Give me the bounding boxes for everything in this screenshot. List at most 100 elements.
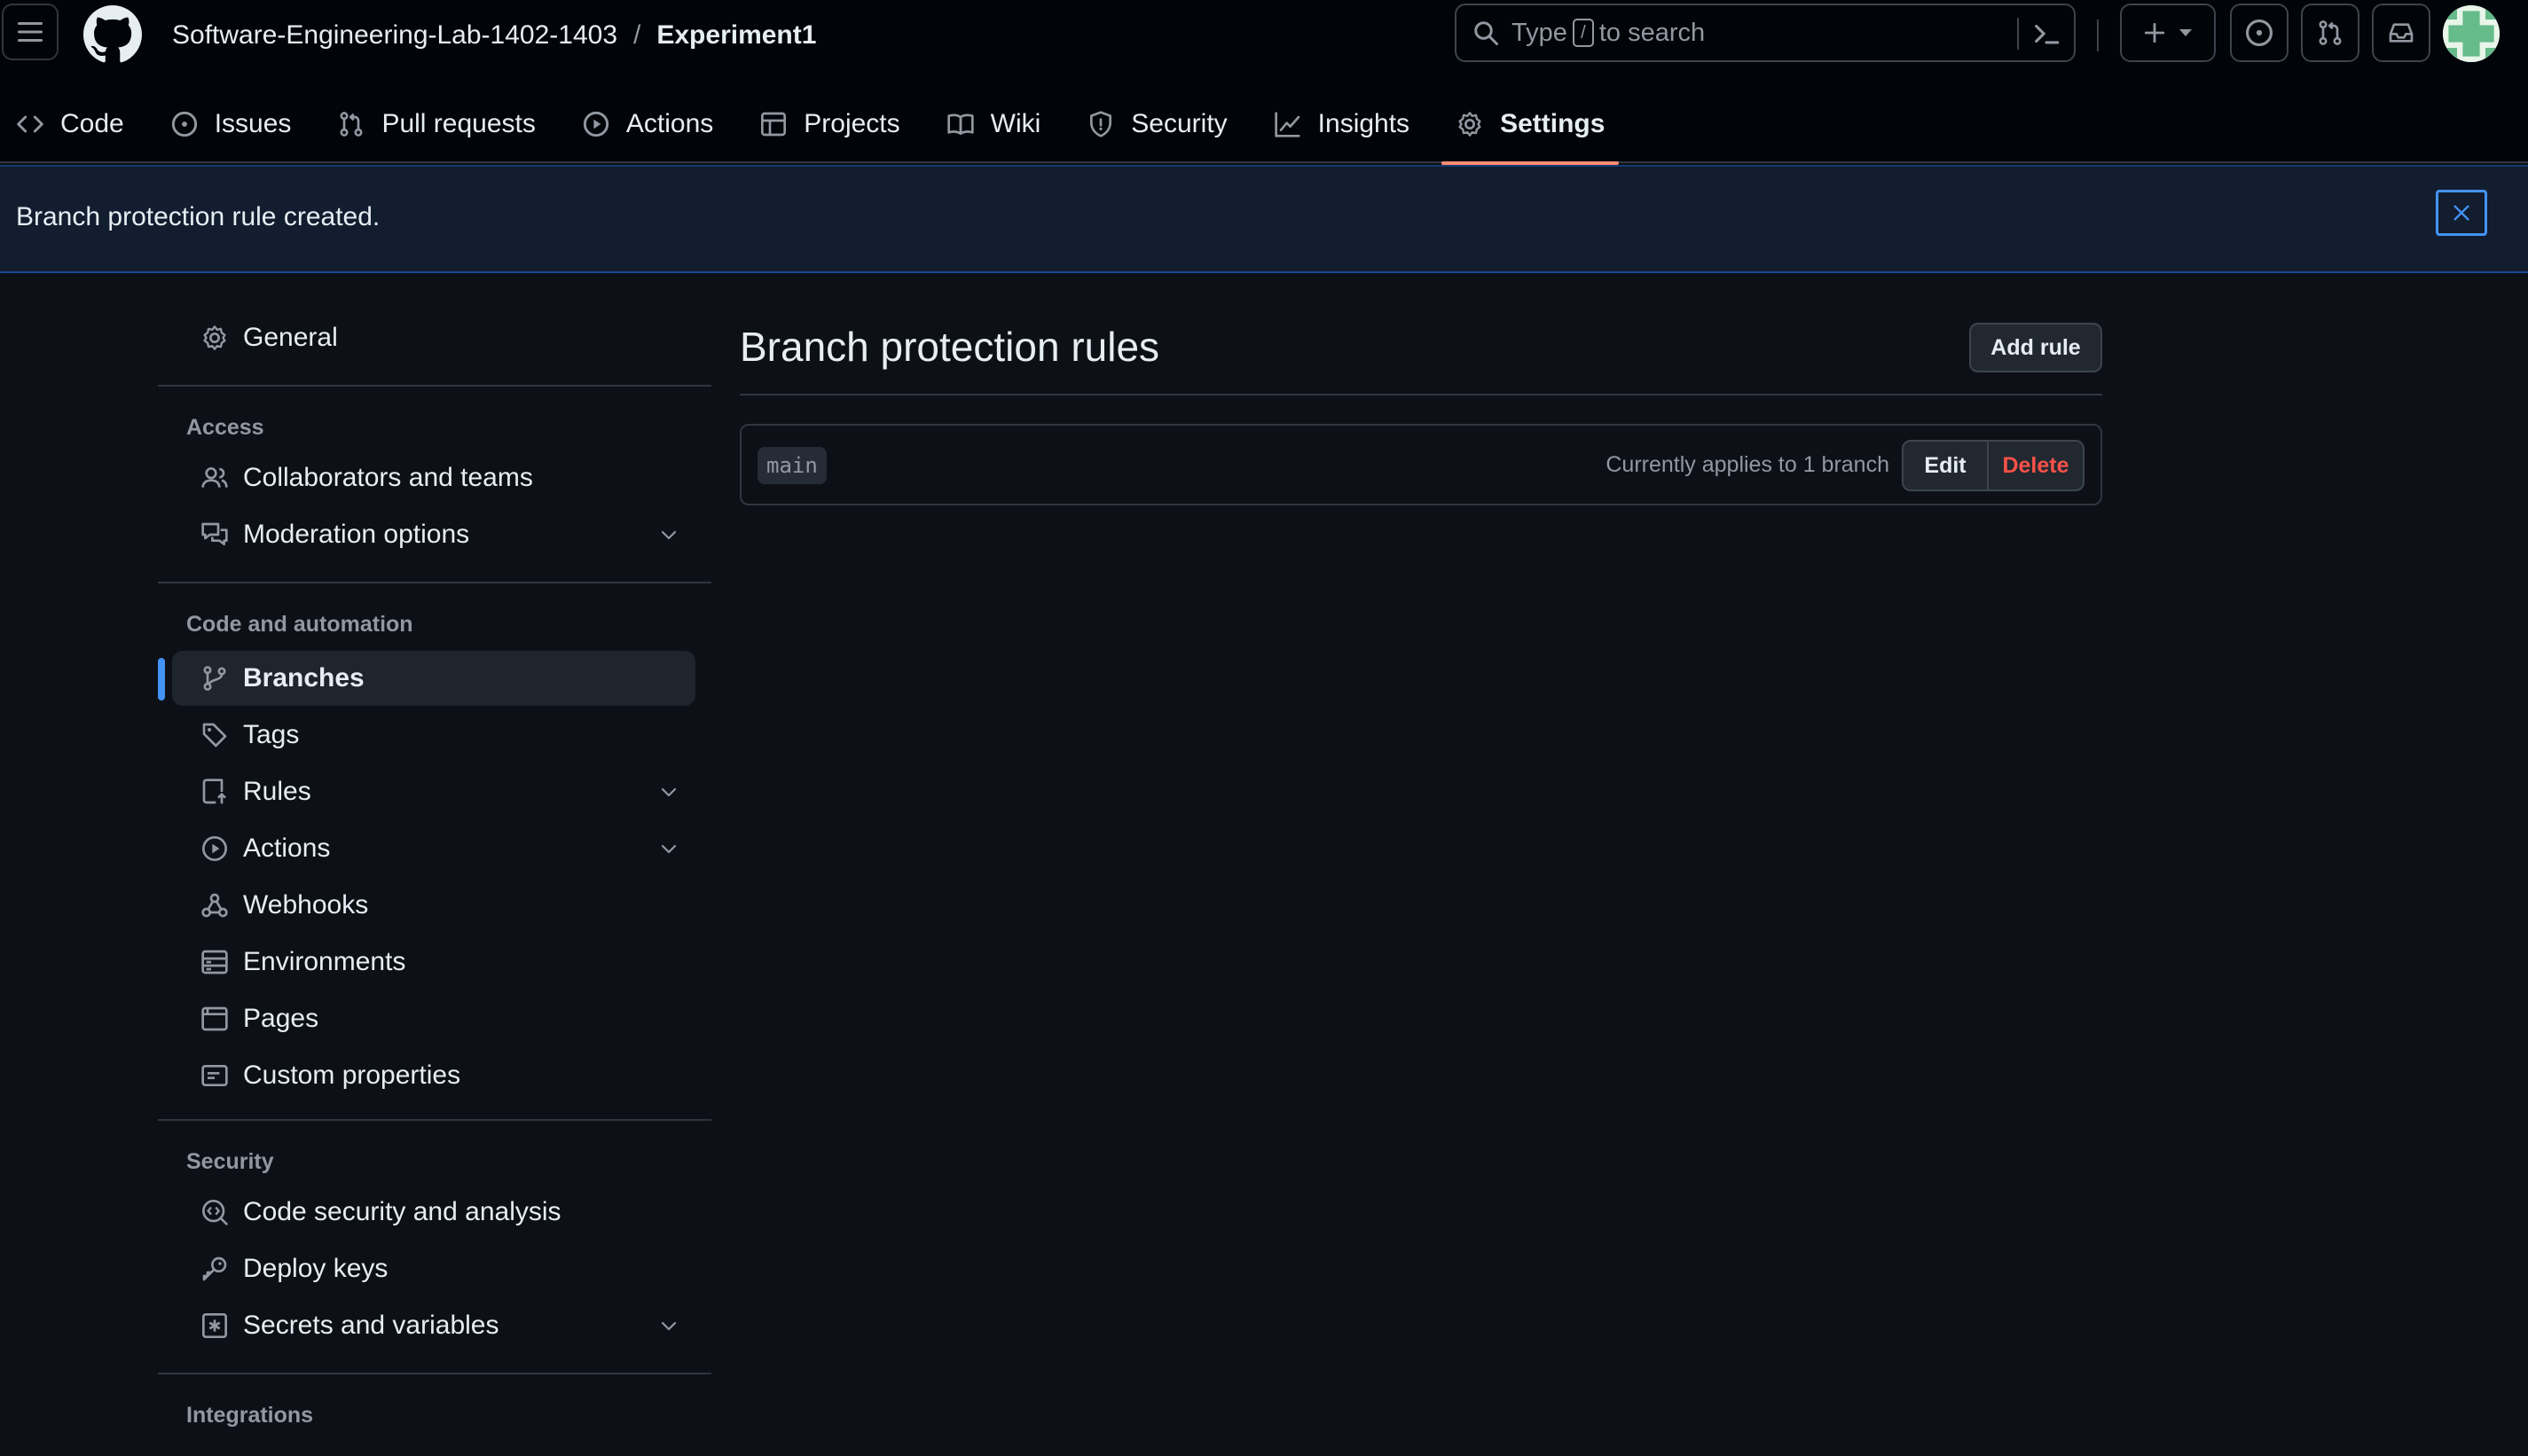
tab-code[interactable]: Code [0,85,138,163]
gear-icon [203,325,226,350]
sidebar-section-code-automation: Code and automation [186,612,413,637]
delete-rule-button[interactable]: Delete [1989,442,2083,489]
key-asterisk-icon [202,1313,227,1338]
create-new-button[interactable] [2120,4,2216,62]
sidebar-item-label: Pages [243,1004,319,1033]
play-icon [202,836,227,861]
breadcrumb: Software-Engineering-Lab-1402-1403 / Exp… [172,18,816,53]
sidebar-item-custom-properties[interactable]: Custom properties [172,1048,695,1103]
sidebar-item-label: Code security and analysis [243,1197,561,1226]
applies-count: Currently applies to 1 branch [1606,452,1889,477]
active-indicator [158,658,165,701]
dismiss-flash-button[interactable] [2436,190,2487,236]
branch-rule-row: main Currently applies to 1 branch Edit … [740,424,2102,505]
comment-discussion-icon [201,522,228,545]
breadcrumb-owner-link[interactable]: Software-Engineering-Lab-1402-1403 [172,20,617,51]
close-icon [2453,205,2469,221]
tab-insights-label: Insights [1317,109,1410,138]
inbox-icon [2389,23,2414,43]
repo-nav: Code Issues Pull requests Actions Projec… [0,85,1637,165]
github-logo-icon[interactable] [83,5,142,64]
inbox-button[interactable] [2372,4,2430,62]
search-input[interactable]: Type / to search [1455,4,2076,62]
tab-security-label: Security [1131,109,1228,138]
git-pull-request-icon [340,112,363,137]
sidebar-item-label: Deploy keys [243,1254,389,1283]
sidebar-item-label: Collaborators and teams [243,463,533,492]
graph-icon [1275,112,1300,137]
table-icon [761,112,787,137]
sidebar-item-secrets[interactable]: Secrets and variables [172,1298,695,1353]
sidebar-item-label: General [243,323,338,352]
sidebar-item-tags[interactable]: Tags [172,708,695,763]
sidebar-divider [158,385,711,387]
sidebar-item-rules[interactable]: Rules [172,764,695,819]
sidebar-item-moderation[interactable]: Moderation options [172,507,695,562]
chevron-down-icon [661,1321,677,1331]
play-icon [583,111,609,137]
tab-projects-label: Projects [804,109,900,138]
sidebar-item-deploy-keys[interactable]: Deploy keys [172,1241,695,1296]
search-placeholder-suffix: to search [1598,18,1706,47]
search-icon [1474,21,1498,45]
codescan-icon [202,1200,228,1225]
tab-issues-label: Issues [214,109,292,138]
sidebar-item-general[interactable]: General [172,310,695,365]
gear-icon [1458,112,1481,137]
tab-settings-label: Settings [1500,109,1606,138]
git-branch-icon [203,666,226,691]
sidebar-divider [158,1119,711,1121]
tab-code-label: Code [60,109,124,138]
plus-icon [2144,22,2165,43]
pull-requests-button[interactable] [2301,4,2359,62]
key-icon [202,1256,227,1281]
sidebar-item-environments[interactable]: Environments [172,935,695,990]
git-pull-request-icon [2319,20,2342,45]
sidebar-item-label: Rules [243,777,311,806]
command-palette-icon[interactable] [2031,19,2061,49]
add-rule-button[interactable]: Add rule [1969,323,2102,372]
search-divider [2017,18,2019,50]
flash-banner: Branch protection rule created. [0,165,2528,273]
sidebar-item-pages[interactable]: Pages [172,991,695,1046]
sidebar-item-branches[interactable]: Branches [172,651,695,706]
tag-icon [202,723,227,748]
rule-actions: Edit Delete [1902,440,2084,491]
user-avatar[interactable] [2443,5,2500,62]
book-icon [946,114,974,135]
people-icon [201,467,228,488]
sidebar-item-collaborators[interactable]: Collaborators and teams [172,450,695,505]
search-shortcut-key: / [1572,19,1594,47]
sidebar-section-access: Access [186,415,264,440]
sidebar-item-label: Moderation options [243,520,470,549]
server-icon [201,950,228,975]
hamburger-icon [18,22,43,42]
tab-pull-requests[interactable]: Pull requests [323,85,549,163]
sidebar-item-webhooks[interactable]: Webhooks [172,878,695,933]
shield-icon [1090,111,1112,137]
sidebar-divider [158,582,711,583]
tab-projects[interactable]: Projects [745,85,914,163]
sidebar-item-label: Actions [243,834,331,863]
tab-settings[interactable]: Settings [1441,85,1620,165]
sidebar-item-label: Custom properties [243,1061,461,1090]
breadcrumb-repo-link[interactable]: Experiment1 [656,20,816,51]
tab-security[interactable]: Security [1072,85,1241,163]
tab-insights[interactable]: Insights [1260,85,1424,163]
title-divider [740,394,2102,395]
sidebar-item-label: Webhooks [243,890,369,920]
browser-icon [201,1006,228,1031]
tab-issues[interactable]: Issues [156,85,306,163]
sidebar-item-label: Branches [243,663,365,693]
menu-button[interactable] [2,4,59,60]
issues-button[interactable] [2230,4,2289,62]
issue-opened-icon [2245,19,2273,47]
app-header: Software-Engineering-Lab-1402-1403 / Exp… [0,0,2528,165]
tab-wiki[interactable]: Wiki [932,85,1056,163]
sidebar-item-code-security[interactable]: Code security and analysis [172,1185,695,1240]
sidebar-item-actions[interactable]: Actions [172,821,695,876]
chevron-down-icon [661,530,677,540]
edit-rule-button[interactable]: Edit [1904,442,1989,489]
tab-actions[interactable]: Actions [568,85,727,163]
identicon-icon [2443,5,2500,62]
